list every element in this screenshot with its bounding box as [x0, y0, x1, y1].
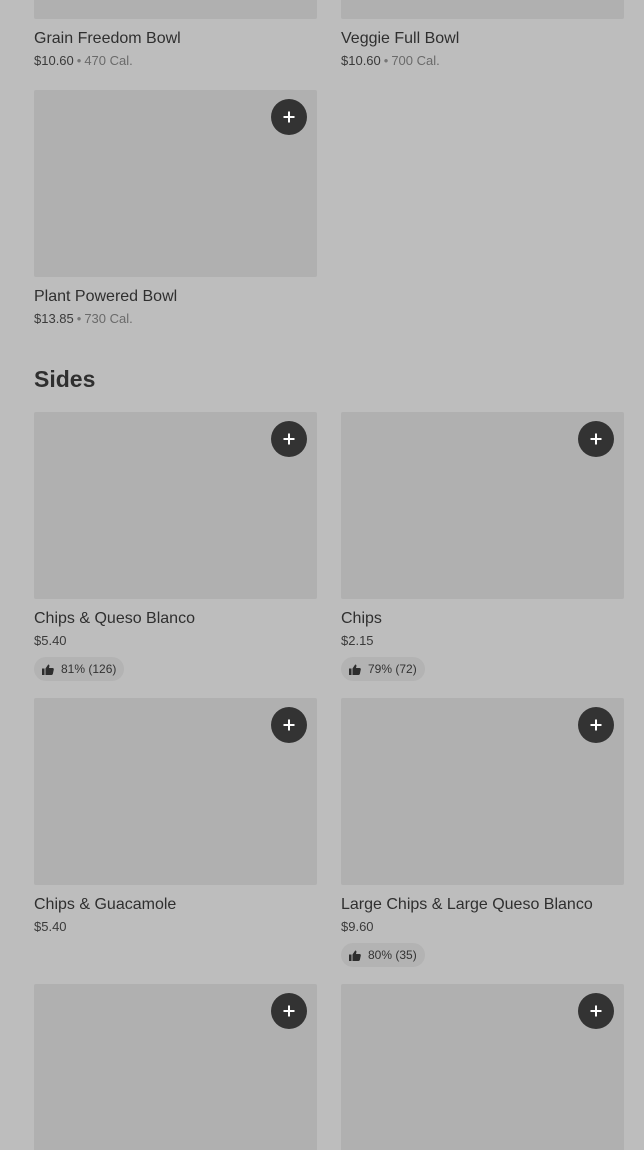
- item-name: Veggie Full Bowl: [341, 30, 460, 47]
- item-price: $10.60: [34, 53, 74, 68]
- item-calories: 730 Cal.: [84, 311, 133, 326]
- separator: •: [76, 53, 82, 68]
- item-name: Grain Freedom Bowl: [34, 30, 181, 47]
- menu-item-card[interactable]: [341, 984, 624, 1150]
- menu-item-card[interactable]: Large Chips & Large Queso Blanco $9.60 8…: [341, 698, 624, 967]
- item-price-calories: $13.85 • 730 Cal.: [34, 311, 317, 327]
- section-title-sides: Sides: [34, 366, 96, 392]
- menu-item-card[interactable]: Veggie Full Bowl $10.60 • 700 Cal.: [341, 0, 624, 69]
- item-price: $13.85: [34, 311, 74, 326]
- item-price: $9.60: [341, 919, 374, 934]
- item-price: $5.40: [34, 919, 67, 934]
- add-to-cart-button[interactable]: [578, 707, 614, 743]
- plus-icon: [283, 111, 295, 123]
- add-to-cart-button[interactable]: [578, 421, 614, 457]
- separator: •: [76, 311, 82, 326]
- plus-icon: [283, 433, 295, 445]
- rating-text: 79% (72): [368, 662, 417, 676]
- add-to-cart-button[interactable]: [271, 99, 307, 135]
- item-image[interactable]: [34, 698, 317, 885]
- rating-text: 81% (126): [61, 662, 117, 676]
- item-price-calories: $10.60 • 470 Cal.: [34, 53, 317, 69]
- thumbs-up-icon: [42, 664, 54, 675]
- item-image[interactable]: [341, 984, 624, 1150]
- rating-badge: 79% (72): [341, 657, 425, 681]
- plus-icon: [590, 433, 602, 445]
- rating-text: 80% (35): [368, 948, 417, 962]
- rating-badge: 80% (35): [341, 943, 425, 967]
- item-calories: 700 Cal.: [391, 53, 440, 68]
- plus-icon: [590, 1005, 602, 1017]
- plus-icon: [283, 719, 295, 731]
- plus-icon: [283, 1005, 295, 1017]
- thumbs-up-icon: [349, 664, 361, 675]
- plus-icon: [590, 719, 602, 731]
- menu-page: Grain Freedom Bowl $10.60 • 470 Cal. Veggi…: [0, 0, 644, 1150]
- item-price: $2.15: [341, 633, 374, 648]
- add-to-cart-button[interactable]: [271, 421, 307, 457]
- thumbs-up-icon: [349, 950, 361, 961]
- menu-item-card[interactable]: Plant Powered Bowl $13.85 • 730 Cal.: [34, 90, 317, 327]
- item-image[interactable]: [34, 0, 317, 19]
- add-to-cart-button[interactable]: [271, 993, 307, 1029]
- item-name: Large Chips & Large Queso Blanco: [341, 896, 593, 913]
- item-name: Chips & Guacamole: [34, 896, 177, 913]
- item-name: Chips: [341, 610, 382, 627]
- item-name: Chips & Queso Blanco: [34, 610, 195, 627]
- item-price: $10.60: [341, 53, 381, 68]
- item-image[interactable]: [341, 698, 624, 885]
- item-image[interactable]: [34, 412, 317, 599]
- separator: •: [383, 53, 389, 68]
- item-name: Plant Powered Bowl: [34, 288, 178, 305]
- rating-badge: 81% (126): [34, 657, 125, 681]
- item-price: $5.40: [34, 633, 67, 648]
- menu-item-card[interactable]: [34, 984, 317, 1150]
- add-to-cart-button[interactable]: [271, 707, 307, 743]
- item-image[interactable]: [341, 412, 624, 599]
- menu-item-card[interactable]: Grain Freedom Bowl $10.60 • 470 Cal.: [34, 0, 317, 69]
- item-image[interactable]: [34, 984, 317, 1150]
- menu-item-card[interactable]: Chips & Queso Blanco $5.40 81% (126): [34, 412, 317, 681]
- item-price-calories: $10.60 • 700 Cal.: [341, 53, 624, 69]
- menu-item-card[interactable]: Chips $2.15 79% (72): [341, 412, 624, 681]
- menu-item-card[interactable]: Chips & Guacamole $5.40: [34, 698, 317, 935]
- item-image[interactable]: [341, 0, 624, 19]
- item-calories: 470 Cal.: [84, 53, 133, 68]
- add-to-cart-button[interactable]: [578, 993, 614, 1029]
- item-image[interactable]: [34, 90, 317, 277]
